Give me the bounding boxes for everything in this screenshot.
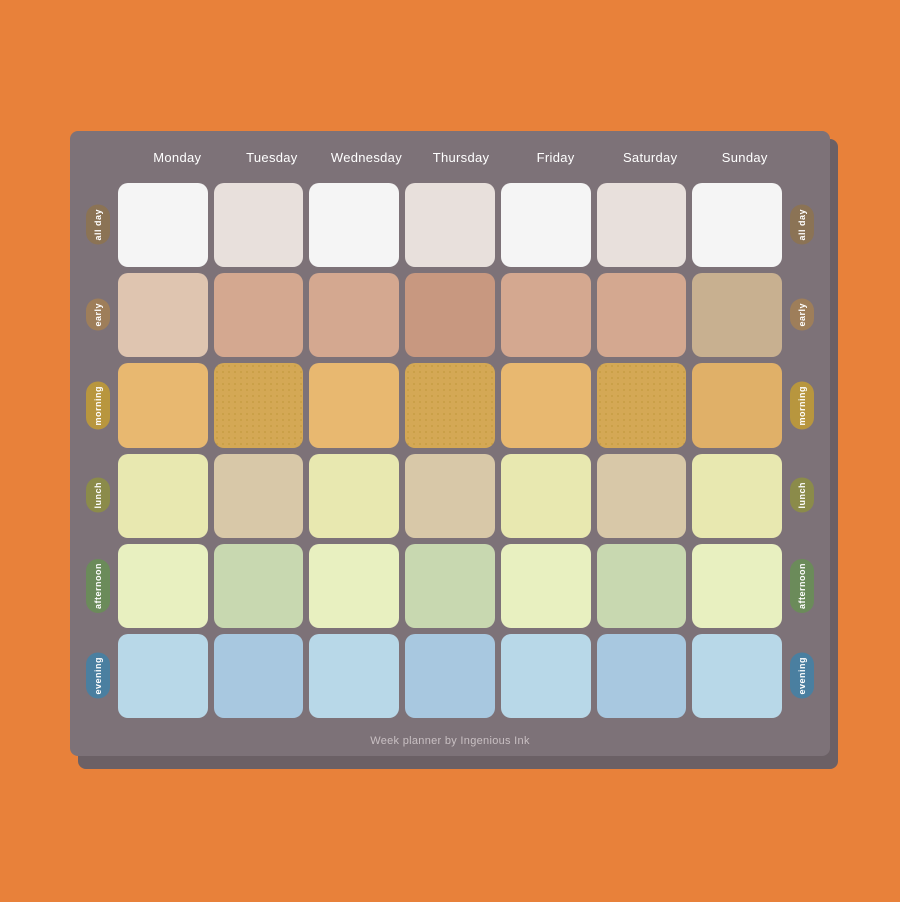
label-left-early: early [78, 273, 118, 357]
cell-allday-thu[interactable] [405, 183, 495, 267]
cell-evening-thu[interactable] [405, 634, 495, 718]
planner-wrapper: Monday Tuesday Wednesday Thursday Friday… [70, 131, 830, 771]
cell-afternoon-tue[interactable] [214, 544, 304, 628]
day-thursday: Thursday [414, 150, 509, 165]
label-left-allday: all day [78, 183, 118, 267]
cell-early-tue[interactable] [214, 273, 304, 357]
cell-morning-mon[interactable] [118, 363, 208, 447]
cell-evening-tue[interactable] [214, 634, 304, 718]
cell-lunch-thu[interactable] [405, 454, 495, 538]
day-monday: Monday [130, 150, 225, 165]
cell-allday-mon[interactable] [118, 183, 208, 267]
cell-lunch-tue[interactable] [214, 454, 304, 538]
cell-morning-sun[interactable] [692, 363, 782, 447]
label-left-lunch: lunch [78, 454, 118, 538]
pill-right-evening: evening [790, 653, 814, 699]
cell-lunch-fri[interactable] [501, 454, 591, 538]
footer-text: Week planner by Ingenious Ink [370, 735, 530, 747]
cell-evening-sat[interactable] [597, 634, 687, 718]
cell-afternoon-mon[interactable] [118, 544, 208, 628]
pill-right-allday: all day [790, 205, 814, 245]
cells-afternoon [118, 544, 782, 628]
cell-afternoon-thu[interactable] [405, 544, 495, 628]
cell-allday-tue[interactable] [214, 183, 304, 267]
cell-afternoon-fri[interactable] [501, 544, 591, 628]
label-right-lunch: lunch [782, 454, 822, 538]
cell-lunch-wed[interactable] [309, 454, 399, 538]
cell-early-sat[interactable] [597, 273, 687, 357]
row-lunch: lunch lunch [78, 454, 822, 538]
row-morning: morning morning [78, 363, 822, 447]
label-left-afternoon: afternoon [78, 544, 118, 628]
cell-allday-fri[interactable] [501, 183, 591, 267]
day-friday: Friday [508, 150, 603, 165]
planner: Monday Tuesday Wednesday Thursday Friday… [70, 131, 830, 756]
cell-allday-wed[interactable] [309, 183, 399, 267]
cell-lunch-sun[interactable] [692, 454, 782, 538]
day-saturday: Saturday [603, 150, 698, 165]
cells-lunch [118, 454, 782, 538]
cells-evening [118, 634, 782, 718]
day-sunday: Sunday [697, 150, 792, 165]
pill-left-evening: evening [86, 653, 110, 699]
cell-early-thu[interactable] [405, 273, 495, 357]
pill-right-afternoon: afternoon [790, 559, 814, 613]
cell-allday-sun[interactable] [692, 183, 782, 267]
content-area: all day all day early [70, 183, 830, 726]
pill-right-early: early [790, 299, 814, 331]
cell-evening-fri[interactable] [501, 634, 591, 718]
label-right-allday: all day [782, 183, 822, 267]
cells-early [118, 273, 782, 357]
label-right-morning: morning [782, 363, 822, 447]
cell-allday-sat[interactable] [597, 183, 687, 267]
pill-left-morning: morning [86, 382, 110, 430]
pill-right-morning: morning [790, 382, 814, 430]
label-right-early: early [782, 273, 822, 357]
row-evening: evening evening [78, 634, 822, 718]
label-left-morning: morning [78, 363, 118, 447]
cell-early-mon[interactable] [118, 273, 208, 357]
label-right-evening: evening [782, 634, 822, 718]
pill-left-early: early [86, 299, 110, 331]
day-wednesday: Wednesday [319, 150, 414, 165]
cell-morning-sat[interactable] [597, 363, 687, 447]
row-allday: all day all day [78, 183, 822, 267]
cell-evening-mon[interactable] [118, 634, 208, 718]
pill-left-lunch: lunch [86, 478, 110, 513]
cell-morning-tue[interactable] [214, 363, 304, 447]
pill-left-allday: all day [86, 205, 110, 245]
cell-afternoon-wed[interactable] [309, 544, 399, 628]
cell-early-wed[interactable] [309, 273, 399, 357]
cell-evening-sun[interactable] [692, 634, 782, 718]
cell-morning-wed[interactable] [309, 363, 399, 447]
cell-morning-fri[interactable] [501, 363, 591, 447]
row-afternoon: afternoon afternoon [78, 544, 822, 628]
day-tuesday: Tuesday [225, 150, 320, 165]
footer: Week planner by Ingenious Ink [70, 726, 830, 756]
pill-left-afternoon: afternoon [86, 559, 110, 613]
cell-afternoon-sun[interactable] [692, 544, 782, 628]
pill-right-lunch: lunch [790, 478, 814, 513]
cell-lunch-mon[interactable] [118, 454, 208, 538]
cell-early-sun[interactable] [692, 273, 782, 357]
cells-allday [118, 183, 782, 267]
cell-lunch-sat[interactable] [597, 454, 687, 538]
cells-morning [118, 363, 782, 447]
cell-early-fri[interactable] [501, 273, 591, 357]
cell-evening-wed[interactable] [309, 634, 399, 718]
cell-morning-thu[interactable] [405, 363, 495, 447]
label-left-evening: evening [78, 634, 118, 718]
label-right-afternoon: afternoon [782, 544, 822, 628]
row-early: early early [78, 273, 822, 357]
cell-afternoon-sat[interactable] [597, 544, 687, 628]
header-row: Monday Tuesday Wednesday Thursday Friday… [70, 131, 830, 183]
